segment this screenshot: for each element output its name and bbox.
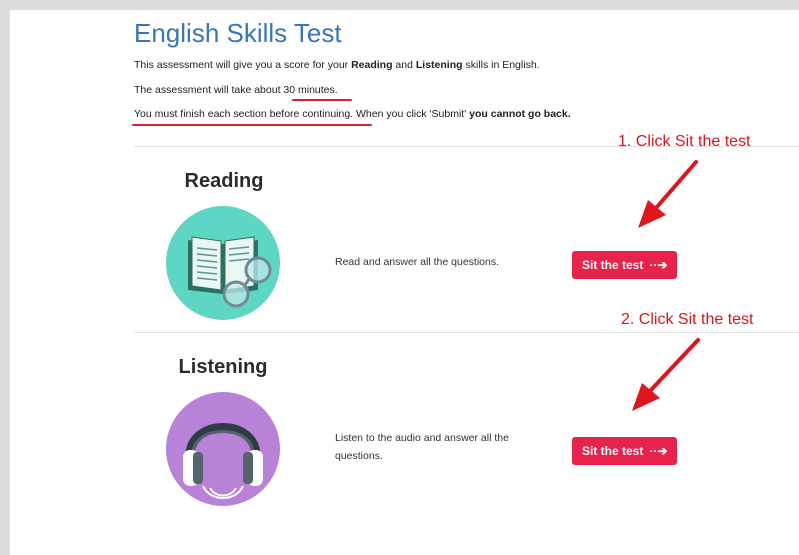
page: English Skills Test This assessment will… xyxy=(10,10,799,555)
annotation-arrows xyxy=(632,160,700,411)
annotation-arrow-1-icon xyxy=(638,160,698,228)
annotation-arrow-2-icon xyxy=(632,338,700,411)
